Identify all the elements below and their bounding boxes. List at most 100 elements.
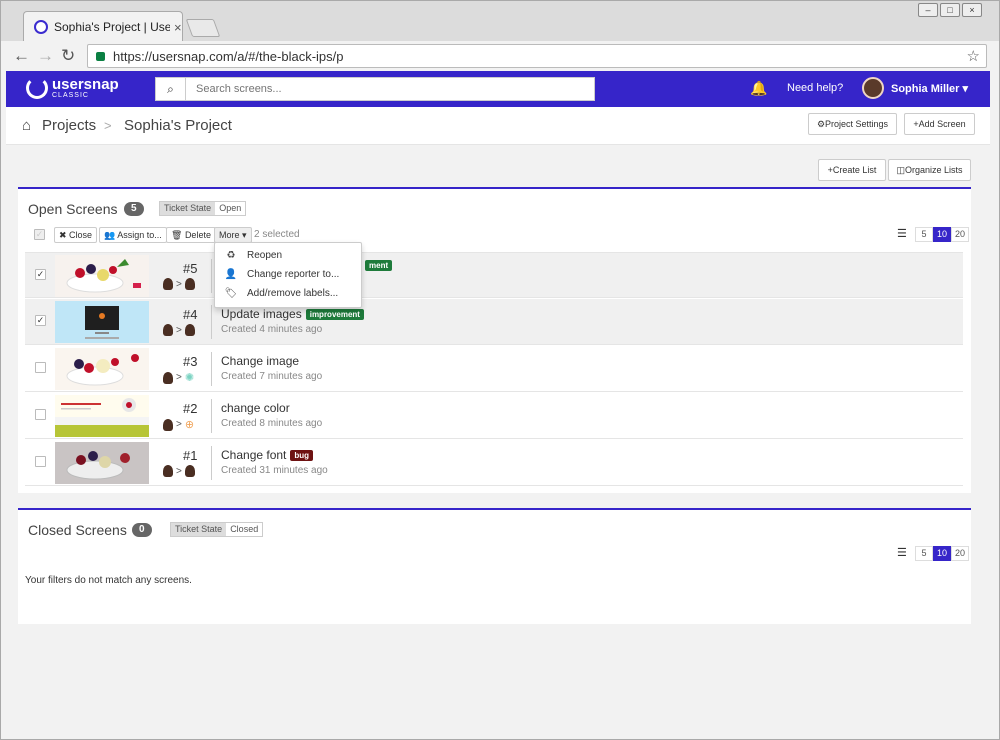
window-controls: – □ × (916, 3, 982, 17)
screen-thumbnail[interactable] (55, 395, 149, 437)
page-size-10[interactable]: 10 (933, 227, 951, 242)
screen-row-4[interactable]: ✓ #4 > Update images improvement Created … (25, 299, 963, 345)
browser-tab[interactable]: Sophia's Project | Usersnap × (23, 11, 183, 42)
reporter-assignee: > (160, 324, 198, 336)
created-time: Created 8 minutes ago (221, 418, 323, 429)
select-all-checkbox[interactable]: ✓ (34, 229, 45, 240)
assign-button[interactable]: 👥 Assign to... (99, 227, 167, 243)
page-size-selector: ☰ 5 10 20 (897, 546, 969, 561)
address-bar[interactable]: https://usersnap.com/a/#/the-black-ips/p… (87, 44, 987, 68)
bookmark-star-icon[interactable]: ☆ (967, 47, 980, 65)
new-tab-button[interactable] (185, 19, 221, 37)
search-input[interactable] (186, 78, 594, 100)
screen-title-text: Update images (221, 307, 302, 321)
row-checkbox[interactable] (35, 409, 46, 420)
project-settings-button[interactable]: ⚙ Project Settings (808, 113, 897, 135)
menu-item-label: Add/remove labels... (247, 288, 339, 299)
ticket-state-filter[interactable]: Ticket State Open (159, 201, 247, 216)
screen-thumbnail[interactable] (55, 348, 149, 390)
tab-title: Sophia's Project | Usersnap (54, 20, 170, 34)
row-checkbox[interactable] (35, 362, 46, 373)
reporter-assignee: > ⊕ (160, 418, 194, 431)
screen-row-2[interactable]: #2 > ⊕ change color Created 8 minutes ago (25, 393, 963, 439)
menu-item-labels[interactable]: 🏷 Add/remove labels... (215, 284, 361, 303)
recycle-icon: ♻ (226, 250, 236, 261)
open-screens-title: Open Screens (28, 201, 118, 217)
screen-row-3[interactable]: #3 > ✺ Change image Created 7 minutes ago (25, 346, 963, 392)
breadcrumb-separator: > (104, 118, 112, 133)
screen-title-text: Change font (221, 448, 287, 462)
divider (211, 259, 212, 293)
usersnap-favicon-icon (34, 20, 48, 34)
assignee-avatar (184, 324, 195, 336)
more-button[interactable]: More ▾ (214, 227, 252, 243)
divider (211, 446, 212, 480)
create-list-button[interactable]: + Create List (818, 159, 886, 181)
screen-row-1[interactable]: #1 > Change font bug Created 31 minutes a… (25, 440, 963, 486)
bell-icon[interactable]: 🔔 (750, 80, 767, 97)
home-icon[interactable]: ⌂ (22, 117, 31, 134)
user-menu[interactable]: Sophia Miller ▾ (891, 82, 968, 95)
maximize-icon[interactable]: □ (940, 3, 960, 17)
created-time: Created 31 minutes ago (221, 465, 328, 476)
usersnap-logo[interactable]: usersnap CLASSIC (26, 77, 119, 99)
browser-window: Sophia's Project | Usersnap × – □ × ← → … (0, 0, 1000, 740)
screen-title: Change font bug (221, 448, 314, 462)
organize-lists-button[interactable]: ◫ Organize Lists (888, 159, 971, 181)
logo-mark-icon (26, 77, 48, 99)
minimize-icon[interactable]: – (918, 3, 938, 17)
assignee-avatar (184, 465, 195, 477)
filter-value: Open (215, 202, 246, 215)
reload-icon[interactable]: ↻ (61, 46, 75, 66)
page-size-20[interactable]: 20 (951, 227, 969, 242)
tag-icon: 🏷 (224, 288, 238, 299)
breadcrumb-project: Sophia's Project (124, 117, 232, 134)
created-time: Created 4 minutes ago (221, 324, 323, 335)
delete-label: Delete (184, 230, 211, 240)
screen-thumbnail[interactable] (55, 301, 149, 343)
add-screen-label: Add Screen (918, 119, 966, 129)
filter-key: Ticket State (160, 202, 216, 215)
page-size-5[interactable]: 5 (915, 227, 933, 242)
screen-title: Update images improvement (221, 307, 364, 321)
improvement-badge: improvement (305, 309, 364, 320)
page-size-20[interactable]: 20 (951, 546, 969, 561)
screen-row-5[interactable]: ✓ #5 > ment (25, 252, 963, 298)
breadcrumb-projects[interactable]: Projects (42, 117, 96, 134)
filter-value: Closed (226, 523, 263, 536)
reporter-assignee: > ✺ (160, 371, 194, 384)
tab-strip: Sophia's Project | Usersnap × – □ × (1, 1, 999, 42)
improvement-badge: ment (365, 260, 393, 271)
add-screen-button[interactable]: + Add Screen (904, 113, 975, 135)
row-checkbox[interactable] (35, 456, 46, 467)
search-box: ⌕ (155, 77, 595, 101)
screen-number: #1 (183, 448, 198, 463)
delete-button[interactable]: 🗑 Delete (166, 227, 216, 243)
need-help-link[interactable]: Need help? (787, 82, 843, 94)
menu-item-change-reporter[interactable]: 👤 Change reporter to... (215, 265, 361, 284)
close-window-icon[interactable]: × (962, 3, 982, 17)
back-arrow-icon[interactable]: ← (13, 46, 30, 66)
user-avatar[interactable] (862, 77, 884, 99)
menu-item-reopen[interactable]: ♻ Reopen (215, 246, 361, 265)
ticket-state-filter[interactable]: Ticket State Closed (170, 522, 264, 537)
row-checkbox[interactable]: ✓ (35, 315, 46, 326)
page-size-5[interactable]: 5 (915, 546, 933, 561)
list-view-icon[interactable]: ☰ (897, 227, 911, 242)
reporter-assignee: > (160, 278, 198, 290)
close-button[interactable]: ✖ Close (54, 227, 98, 243)
user-name: Sophia Miller (891, 83, 960, 95)
top-bar: usersnap CLASSIC ⌕ 🔔 Need help? Sophia M… (6, 71, 990, 107)
lock-icon (96, 51, 105, 61)
search-icon[interactable]: ⌕ (156, 78, 186, 100)
screen-thumbnail[interactable] (55, 255, 149, 297)
open-screens-panel: Open Screens 5 Ticket State Open ✓ ✖ Clo… (18, 187, 971, 493)
screen-number: #3 (183, 354, 198, 369)
page-size-10[interactable]: 10 (933, 546, 951, 561)
reporter-avatar (163, 324, 173, 336)
screen-thumbnail[interactable] (55, 442, 149, 484)
forward-arrow-icon[interactable]: → (37, 46, 54, 66)
row-checkbox[interactable]: ✓ (35, 269, 46, 280)
close-tab-icon[interactable]: × (174, 20, 182, 35)
list-view-icon[interactable]: ☰ (897, 546, 911, 561)
